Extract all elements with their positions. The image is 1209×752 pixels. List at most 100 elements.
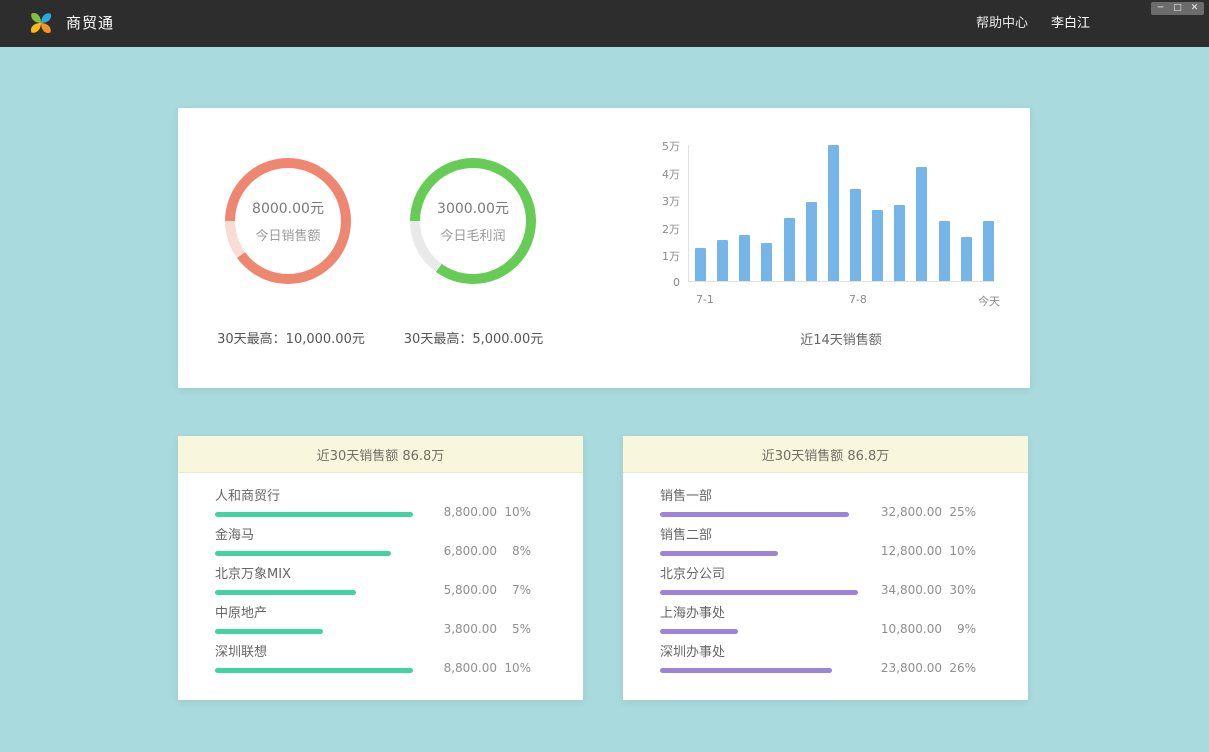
list-item: 销售一部 32,800.00 25%	[660, 489, 976, 517]
chart-bar	[695, 248, 706, 281]
percent: 26%	[942, 661, 976, 675]
x-tick-label: 7-1	[696, 293, 714, 306]
today-sales-value: 8000.00元	[252, 198, 324, 218]
customer-name: 中原地产	[215, 606, 531, 621]
amount: 8,800.00	[425, 505, 497, 519]
customer-bar	[215, 629, 323, 634]
y-tick-label: 0	[673, 276, 680, 289]
app-title: 商贸通	[66, 0, 114, 47]
list-item: 上海办事处 10,800.00 9%	[660, 606, 976, 634]
customer-bar	[215, 590, 356, 595]
y-tick-label: 4万	[662, 166, 680, 182]
help-center-link[interactable]: 帮助中心	[976, 0, 1028, 47]
chart-bar	[739, 235, 750, 281]
bar-chart-plot	[688, 145, 994, 282]
list-item: 销售二部 12,800.00 10%	[660, 528, 976, 556]
list-item: 北京万象MIX 5,800.00 7%	[215, 567, 531, 595]
amount: 23,800.00	[870, 661, 942, 675]
sales-14day-bar-chart: 5万4万3万2万1万0 7-17-8今天	[648, 138, 1003, 348]
chart-bar	[717, 240, 728, 281]
minimize-icon[interactable]: ─	[1153, 2, 1168, 15]
y-tick-label: 5万	[662, 138, 680, 154]
chart-bar	[939, 221, 950, 281]
y-axis: 5万4万3万2万1万0	[648, 138, 680, 289]
department-value: 23,800.00 26%	[870, 661, 976, 675]
app-logo-pinwheel-icon	[28, 10, 54, 36]
customer-panel-body: 人和商贸行 8,800.00 10% 金海马 6,800.00 8% 北京万象M…	[178, 473, 583, 673]
chart-bar	[761, 243, 772, 281]
today-sales-ring: 8000.00元 今日销售额	[225, 158, 351, 284]
department-ranking-panel: 近30天销售额 86.8万 销售一部 32,800.00 25% 销售二部 12…	[623, 436, 1028, 700]
percent: 10%	[497, 505, 531, 519]
maximize-icon[interactable]: □	[1170, 2, 1185, 15]
list-item: 金海马 6,800.00 8%	[215, 528, 531, 556]
department-name: 上海办事处	[660, 606, 976, 621]
today-sales-label: 今日销售额	[255, 225, 320, 244]
customer-name: 深圳联想	[215, 645, 531, 660]
customer-bar	[215, 512, 413, 517]
department-name: 北京分公司	[660, 567, 976, 582]
amount: 10,800.00	[870, 622, 942, 636]
department-name: 深圳办事处	[660, 645, 976, 660]
x-tick-label: 今天	[978, 293, 1000, 309]
percent: 10%	[497, 661, 531, 675]
percent: 7%	[497, 583, 531, 597]
amount: 5,800.00	[425, 583, 497, 597]
customer-panel-header: 近30天销售额 86.8万	[178, 436, 583, 473]
x-axis: 7-1 7-8 今天	[694, 293, 1000, 309]
customer-ranking-panel: 近30天销售额 86.8万 人和商贸行 8,800.00 10% 金海马 6,8…	[178, 436, 583, 700]
today-sales-ring-center: 8000.00元 今日销售额	[235, 168, 341, 274]
customer-bar	[215, 668, 413, 673]
sales-30day-max: 30天最高：10,000.00元	[186, 328, 396, 347]
department-value: 10,800.00 9%	[870, 622, 976, 636]
list-item: 人和商贸行 8,800.00 10%	[215, 489, 531, 517]
chart-bar	[961, 237, 972, 281]
percent: 9%	[942, 622, 976, 636]
bar-chart-caption: 近14天销售额	[666, 329, 1016, 348]
department-bar	[660, 629, 738, 634]
x-tick-label: 7-8	[849, 293, 867, 306]
amount: 3,800.00	[425, 622, 497, 636]
department-bar	[660, 668, 832, 673]
today-profit-value: 3000.00元	[437, 198, 509, 218]
customer-value: 3,800.00 5%	[425, 622, 531, 636]
chart-bar	[806, 202, 817, 281]
customer-name: 北京万象MIX	[215, 567, 531, 582]
customer-name: 金海马	[215, 528, 531, 543]
chart-bar	[916, 167, 927, 281]
chart-bar	[828, 145, 839, 281]
user-menu[interactable]: 李白江	[1051, 0, 1090, 47]
customer-value: 8,800.00 10%	[425, 661, 531, 675]
department-value: 32,800.00 25%	[870, 505, 976, 519]
list-item: 深圳联想 8,800.00 10%	[215, 645, 531, 673]
y-tick-label: 3万	[662, 193, 680, 209]
percent: 30%	[942, 583, 976, 597]
today-profit-label: 今日毛利润	[440, 225, 505, 244]
window-controls: ─ □ ✕	[1151, 2, 1204, 15]
chart-bar	[894, 205, 905, 281]
list-item: 北京分公司 34,800.00 30%	[660, 567, 976, 595]
chart-bar	[983, 221, 994, 281]
department-bar	[660, 551, 778, 556]
percent: 5%	[497, 622, 531, 636]
customer-value: 6,800.00 8%	[425, 544, 531, 558]
profit-30day-max: 30天最高：5,000.00元	[376, 328, 571, 347]
chart-bar	[850, 189, 861, 281]
customer-value: 8,800.00 10%	[425, 505, 531, 519]
today-profit-ring: 3000.00元 今日毛利润	[410, 158, 536, 284]
department-bar	[660, 590, 858, 595]
amount: 34,800.00	[870, 583, 942, 597]
amount: 8,800.00	[425, 661, 497, 675]
today-profit-ring-center: 3000.00元 今日毛利润	[420, 168, 526, 274]
overview-card: 8000.00元 今日销售额 30天最高：10,000.00元 3000.00元…	[178, 108, 1030, 388]
desktop: 商贸通 帮助中心 李白江 ─ □ ✕ 8000.00元 今日销售额 30天最高：…	[0, 0, 1209, 752]
y-tick-label: 2万	[662, 221, 680, 237]
customer-value: 5,800.00 7%	[425, 583, 531, 597]
amount: 12,800.00	[870, 544, 942, 558]
customer-name: 人和商贸行	[215, 489, 531, 504]
amount: 6,800.00	[425, 544, 497, 558]
close-icon[interactable]: ✕	[1187, 2, 1202, 15]
customer-bar	[215, 551, 391, 556]
percent: 8%	[497, 544, 531, 558]
chart-bar	[784, 218, 795, 281]
